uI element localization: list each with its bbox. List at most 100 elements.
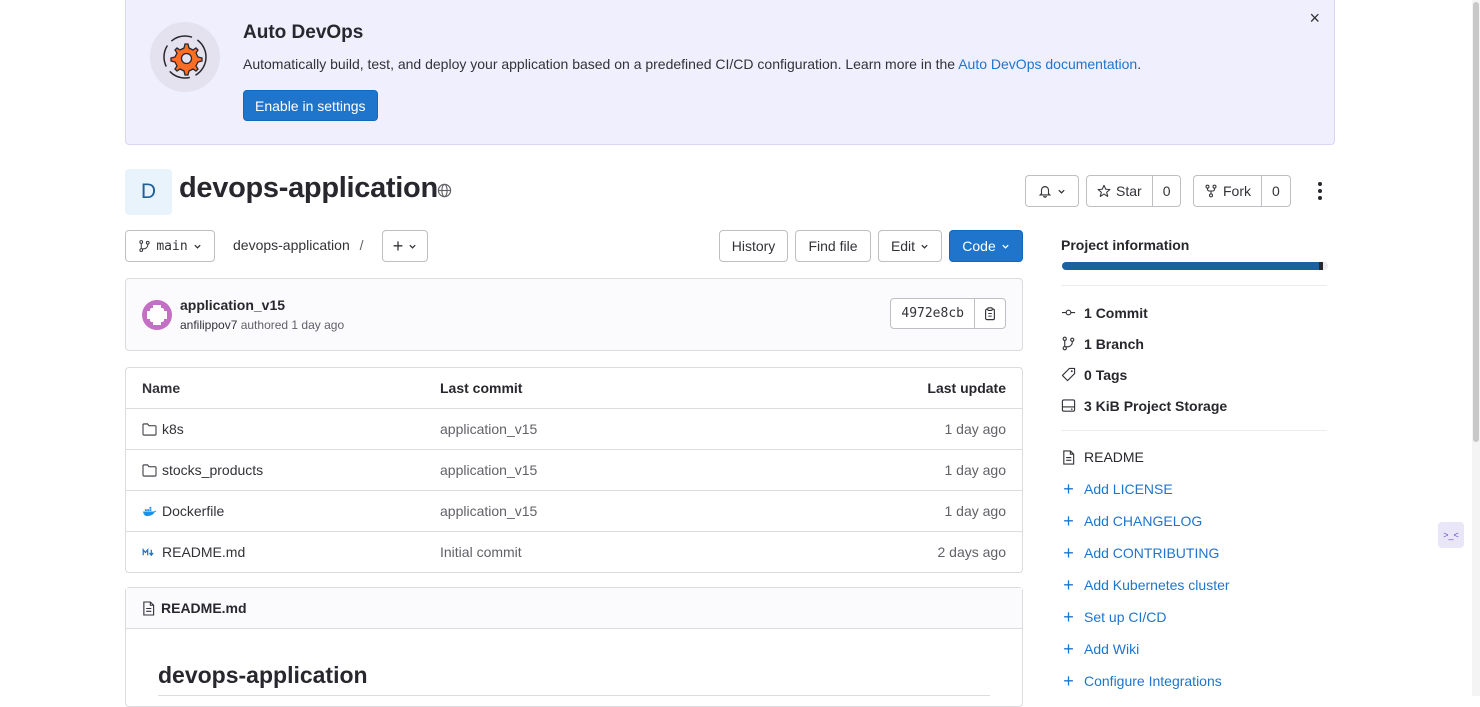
file-last-update: 1 day ago	[944, 421, 1007, 437]
commit-author[interactable]: anfilippov7	[180, 318, 237, 332]
fork-icon	[1205, 184, 1217, 198]
setup-cicd-link[interactable]: + Set up CI/CD	[1061, 601, 1230, 633]
breadcrumb: devops-application /	[233, 237, 364, 253]
project-title: devops-application	[179, 172, 438, 204]
star-button-group[interactable]: Star 0	[1086, 175, 1182, 207]
sidebar-divider	[1061, 285, 1327, 286]
bell-icon	[1038, 186, 1052, 198]
plus-icon: +	[1063, 511, 1074, 531]
configure-integrations-link[interactable]: + Configure Integrations	[1061, 665, 1230, 697]
branch-selector[interactable]: main	[125, 230, 215, 262]
star-button[interactable]: Star	[1087, 176, 1152, 206]
edit-dropdown[interactable]: Edit	[878, 230, 942, 262]
add-changelog-link[interactable]: + Add CHANGELOG	[1061, 505, 1230, 537]
file-last-update: 1 day ago	[944, 462, 1007, 478]
chevron-down-icon	[1058, 189, 1065, 194]
fork-button-group[interactable]: Fork 0	[1193, 175, 1291, 207]
history-button[interactable]: History	[719, 230, 788, 262]
star-count[interactable]: 0	[1151, 176, 1181, 206]
commit-title[interactable]: application_v15	[180, 297, 285, 313]
author-avatar[interactable]	[141, 299, 173, 331]
chevron-down-icon	[1002, 244, 1009, 249]
more-actions-icon[interactable]	[1310, 181, 1330, 201]
close-icon[interactable]: ×	[1309, 8, 1320, 29]
code-dropdown[interactable]: Code	[949, 230, 1023, 262]
find-file-button[interactable]: Find file	[795, 230, 871, 262]
file-last-commit[interactable]: application_v15	[440, 421, 806, 437]
project-links-list: README + Add LICENSE + Add CHANGELOG + Add …	[1061, 441, 1230, 697]
fork-count[interactable]: 0	[1261, 176, 1290, 206]
chevron-down-icon	[194, 244, 201, 249]
page-scrollbar[interactable]	[1472, 0, 1480, 696]
header-last-update: Last update	[927, 380, 1006, 396]
add-license-link[interactable]: + Add LICENSE	[1061, 473, 1230, 505]
readme-heading: devops-application	[158, 662, 368, 688]
table-row[interactable]: Dockerfile application_v15 1 day ago	[126, 490, 1022, 531]
commit-sha[interactable]: 4972e8cb	[891, 299, 974, 328]
enable-in-settings-button[interactable]: Enable in settings	[243, 90, 378, 121]
file-tree-table: Name Last commit Last update k8s applica…	[125, 367, 1023, 573]
file-last-commit[interactable]: application_v15	[440, 503, 806, 519]
branch-icon	[139, 240, 150, 252]
sidebar-divider	[1061, 430, 1327, 431]
fork-button[interactable]: Fork	[1194, 176, 1261, 206]
stat-tags[interactable]: 0 Tags	[1061, 359, 1227, 390]
scrollbar-thumb[interactable]	[1473, 2, 1479, 442]
folder-icon	[142, 463, 157, 477]
repository-usage-fill	[1062, 262, 1323, 270]
add-kubernetes-cluster-link[interactable]: + Add Kubernetes cluster	[1061, 569, 1229, 601]
stat-storage[interactable]: 3 KiB Project Storage	[1061, 390, 1227, 421]
file-last-update: 1 day ago	[944, 503, 1007, 519]
project-information-title: Project information	[1061, 237, 1190, 253]
plus-icon: +	[1063, 575, 1074, 595]
table-row[interactable]: k8s application_v15 1 day ago	[126, 408, 1022, 449]
stat-commits[interactable]: 1 Commit	[1061, 297, 1227, 328]
commit-sha-group: 4972e8cb	[890, 298, 1006, 329]
header-last-commit: Last commit	[440, 380, 523, 396]
tag-icon	[1061, 367, 1076, 382]
stat-branches[interactable]: 1 Branch	[1061, 328, 1227, 359]
auto-devops-icon	[150, 22, 220, 92]
chevron-down-icon	[409, 244, 416, 249]
table-row[interactable]: stocks_products application_v15 1 day ag…	[126, 449, 1022, 490]
folder-icon	[142, 422, 157, 436]
banner-title: Auto DevOps	[243, 22, 364, 43]
last-commit-panel: application_v15 anfilippov7 authored 1 d…	[125, 278, 1023, 351]
copy-sha-button[interactable]	[974, 299, 1005, 328]
add-wiki-link[interactable]: + Add Wiki	[1061, 633, 1230, 665]
breadcrumb-project[interactable]: devops-application	[233, 237, 350, 253]
file-icon	[1063, 449, 1075, 465]
readme-link[interactable]: README	[1061, 441, 1230, 473]
add-to-tree-dropdown[interactable]: +	[382, 230, 428, 262]
notifications-dropdown[interactable]	[1025, 175, 1079, 207]
plus-icon: +	[392, 236, 404, 256]
plus-icon: +	[1063, 607, 1074, 627]
header-name: Name	[142, 380, 181, 396]
branch-name: main	[156, 238, 188, 254]
storage-icon	[1061, 399, 1076, 412]
docker-icon	[143, 506, 157, 516]
commit-meta: anfilippov7 authored 1 day ago	[180, 318, 345, 332]
file-name[interactable]: k8s	[162, 421, 184, 437]
file-name[interactable]: stocks_products	[162, 462, 263, 478]
file-icon	[143, 600, 155, 616]
plus-icon: +	[1063, 671, 1074, 691]
auto-devops-banner: Auto DevOps Automatically build, test, a…	[125, 0, 1335, 145]
auto-devops-docs-link[interactable]: Auto DevOps documentation	[958, 56, 1137, 72]
file-name[interactable]: Dockerfile	[162, 503, 224, 519]
project-avatar: D	[125, 169, 172, 215]
chevron-down-icon	[921, 244, 928, 249]
file-name[interactable]: README.md	[162, 544, 245, 560]
commit-icon	[1061, 309, 1076, 316]
file-last-commit[interactable]: Initial commit	[440, 544, 806, 560]
copy-icon	[985, 307, 995, 321]
add-contributing-link[interactable]: + Add CONTRIBUTING	[1061, 537, 1230, 569]
repository-usage-bar	[1062, 262, 1328, 270]
project-stats-list: 1 Commit 1 Branch 0 Tags 3 KiB Project S…	[1061, 297, 1227, 421]
table-row[interactable]: README.md Initial commit 2 days ago	[126, 531, 1022, 572]
extension-widget-icon[interactable]: >_<	[1438, 522, 1464, 548]
file-last-commit[interactable]: application_v15	[440, 462, 806, 478]
plus-icon: +	[1063, 639, 1074, 659]
table-header: Name Last commit Last update	[126, 368, 1022, 408]
readme-filename[interactable]: README.md	[161, 600, 247, 616]
